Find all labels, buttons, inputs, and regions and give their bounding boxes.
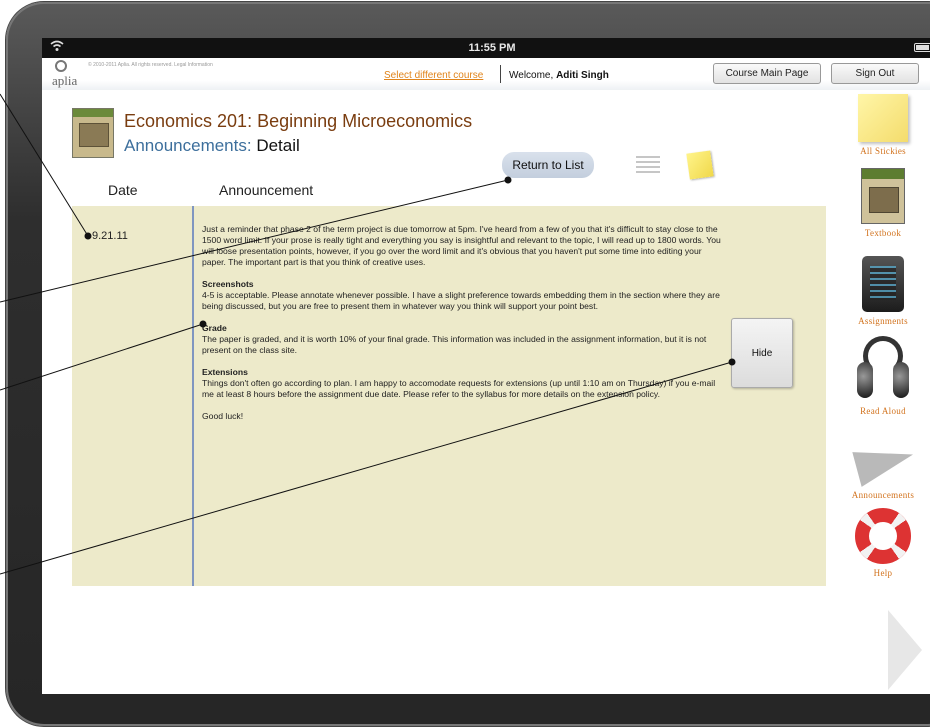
grade-heading: Grade — [202, 323, 227, 333]
screenshots-section: Screenshots 4-5 is acceptable. Please an… — [202, 279, 722, 312]
announcement-date: 9.21.11 — [92, 230, 128, 242]
course-book-thumbnail — [72, 108, 114, 158]
sidebar-item-label: Help — [873, 568, 893, 578]
aplia-logo[interactable]: aplia — [52, 60, 86, 88]
sidebar-item-label: Textbook — [864, 228, 902, 238]
tablet-frame: 11:55 PM aplia © 2010-2011 Aplia. All ri… — [6, 2, 930, 726]
next-arrow-icon[interactable] — [888, 610, 922, 690]
logo-text: aplia — [52, 73, 78, 88]
section-label: Announcements: — [124, 136, 252, 155]
user-name: Aditi Singh — [556, 70, 609, 81]
sidebar-item-announcements[interactable]: Announcements — [824, 434, 930, 500]
page-title: Announcements: Detail — [124, 136, 300, 156]
header-divider — [500, 65, 501, 83]
select-course-link[interactable]: Select different course — [384, 70, 483, 81]
battery-icon — [914, 43, 930, 52]
screen: 11:55 PM aplia © 2010-2011 Aplia. All ri… — [42, 38, 930, 694]
course-main-page-button[interactable]: Course Main Page — [713, 63, 821, 84]
sidebar-item-help[interactable]: Help — [824, 508, 930, 578]
column-divider — [192, 206, 194, 586]
sidebar-item-read-aloud[interactable]: Read Aloud — [824, 336, 930, 416]
grade-body: The paper is graded, and it is worth 10%… — [202, 334, 707, 355]
welcome-prefix: Welcome, — [509, 70, 554, 81]
extensions-body: Things don't often go according to plan.… — [202, 378, 716, 399]
sidebar-item-label: Read Aloud — [860, 406, 906, 416]
headphones-icon — [855, 336, 911, 402]
closing-text: Good luck! — [202, 411, 244, 421]
sidebar-item-label: Assignments — [858, 316, 908, 326]
hide-button[interactable]: Hide — [731, 318, 793, 388]
sidebar-item-label: All Stickies — [860, 146, 906, 156]
announcement-panel: 9.21.11 Just a reminder that phase 2 of … — [72, 206, 826, 586]
sidebar-item-textbook[interactable]: Textbook — [824, 168, 930, 238]
sign-out-button[interactable]: Sign Out — [831, 63, 919, 84]
life-ring-icon — [855, 508, 911, 564]
sidebar-item-all-stickies[interactable]: All Stickies — [824, 94, 930, 156]
screenshots-body: 4-5 is acceptable. Please annotate whene… — [202, 290, 720, 311]
sticky-note-icon — [858, 94, 908, 142]
extensions-heading: Extensions — [202, 367, 248, 377]
announcement-column-header: Announcement — [219, 182, 314, 198]
assignments-icon — [862, 256, 904, 312]
date-column-header: Date — [108, 182, 138, 198]
announcement-body: Just a reminder that phase 2 of the term… — [202, 224, 722, 433]
sidebar: All Stickies Textbook Assignments Read A… — [824, 94, 930, 654]
document-icon[interactable] — [636, 156, 660, 178]
sidebar-item-label: Announcements — [851, 490, 915, 500]
megaphone-icon — [848, 434, 918, 486]
grade-section: Grade The paper is graded, and it is wor… — [202, 323, 722, 356]
extensions-section: Extensions Things don't often go accordi… — [202, 367, 722, 400]
return-to-list-button[interactable]: Return to List — [502, 152, 594, 178]
section-detail: Detail — [256, 136, 300, 155]
announcement-intro: Just a reminder that phase 2 of the term… — [202, 224, 721, 267]
status-bar: 11:55 PM — [42, 38, 930, 58]
top-header: aplia © 2010-2011 Aplia. All rights rese… — [42, 58, 930, 90]
textbook-icon — [861, 168, 905, 224]
logo-mark-icon — [55, 60, 67, 72]
screenshots-heading: Screenshots — [202, 279, 254, 289]
welcome-text: Welcome, Aditi Singh — [509, 70, 609, 81]
course-title: Economics 201: Beginning Microeconomics — [124, 111, 473, 131]
copyright-text: © 2010-2011 Aplia. All rights reserved. … — [88, 62, 213, 68]
status-time: 11:55 PM — [468, 42, 516, 54]
sidebar-item-assignments[interactable]: Assignments — [824, 256, 930, 326]
add-sticky-icon[interactable] — [686, 150, 714, 180]
